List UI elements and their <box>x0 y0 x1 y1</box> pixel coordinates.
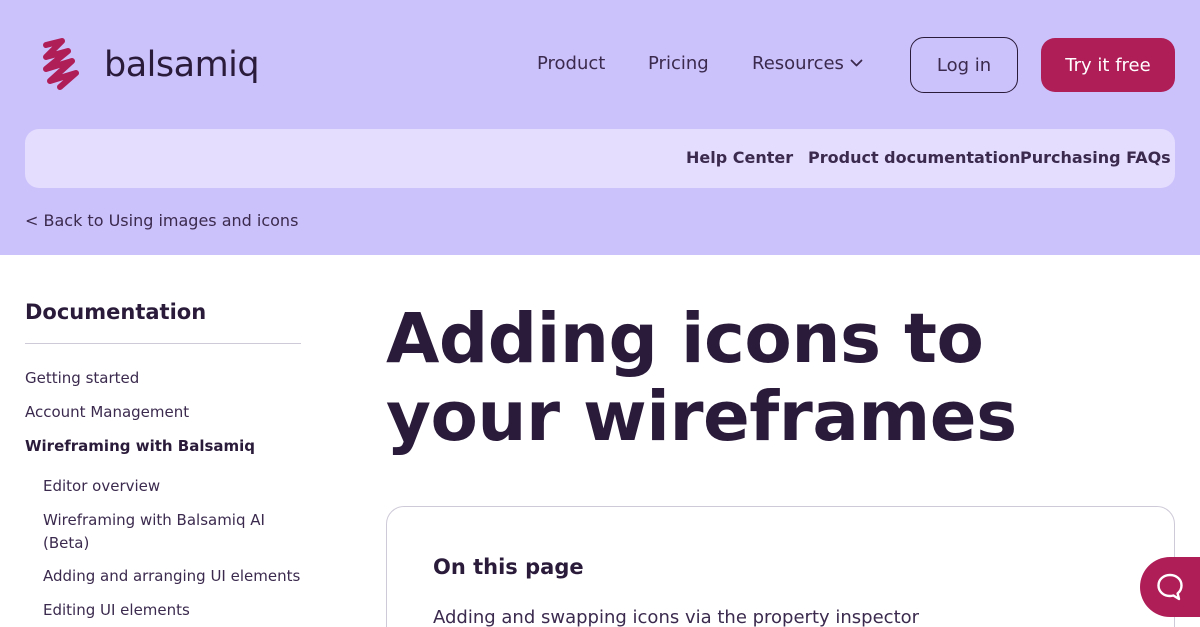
nav-pricing[interactable]: Pricing <box>648 49 709 79</box>
balsamiq-logo[interactable]: balsamiq <box>38 37 260 93</box>
chat-bubble-icon <box>1157 573 1183 601</box>
sidebar-item-getting-started[interactable]: Getting started <box>25 367 139 390</box>
nav-product[interactable]: Product <box>537 49 605 79</box>
toc-link[interactable]: Adding and swapping icons via the proper… <box>433 606 919 627</box>
sub-navigation: Help Center Product documentation Purcha… <box>25 129 1175 188</box>
sidebar-item-wireframing[interactable]: Wireframing with Balsamiq <box>25 435 255 458</box>
toc-title: On this page <box>433 555 584 579</box>
on-this-page-card: On this page Adding and swapping icons v… <box>386 506 1175 627</box>
back-link[interactable]: < Back to Using images and icons <box>25 211 298 231</box>
login-button[interactable]: Log in <box>910 37 1018 93</box>
sidebar-subitem-adding-arranging[interactable]: Adding and arranging UI elements <box>43 565 303 588</box>
sidebar-subitem-editor-overview[interactable]: Editor overview <box>43 475 303 498</box>
sidebar-title: Documentation <box>25 300 207 324</box>
sidebar-subitem-editing-elements[interactable]: Editing UI elements <box>43 599 303 622</box>
nav-resources[interactable]: Resources <box>752 49 844 79</box>
site-header: balsamiq Product Pricing Resources Log i… <box>0 0 1200 255</box>
squiggle-logo-icon <box>43 38 79 90</box>
chevron-down-icon[interactable] <box>850 58 863 68</box>
sidebar-divider <box>25 343 301 344</box>
subnav-product-documentation[interactable]: Product documentation <box>808 148 1020 168</box>
page-title: Adding icons to your wireframes <box>386 299 1017 457</box>
logo-wordmark: balsamiq <box>104 45 260 85</box>
sidebar-item-account-management[interactable]: Account Management <box>25 401 189 424</box>
subnav-purchasing-faqs[interactable]: Purchasing FAQs <box>1020 148 1171 168</box>
subnav-help-center[interactable]: Help Center <box>686 148 793 168</box>
help-chat-button[interactable] <box>1140 557 1200 617</box>
try-free-button[interactable]: Try it free <box>1041 38 1175 92</box>
sidebar-subitem-balsamiq-ai[interactable]: Wireframing with Balsamiq AI (Beta) <box>43 509 303 555</box>
